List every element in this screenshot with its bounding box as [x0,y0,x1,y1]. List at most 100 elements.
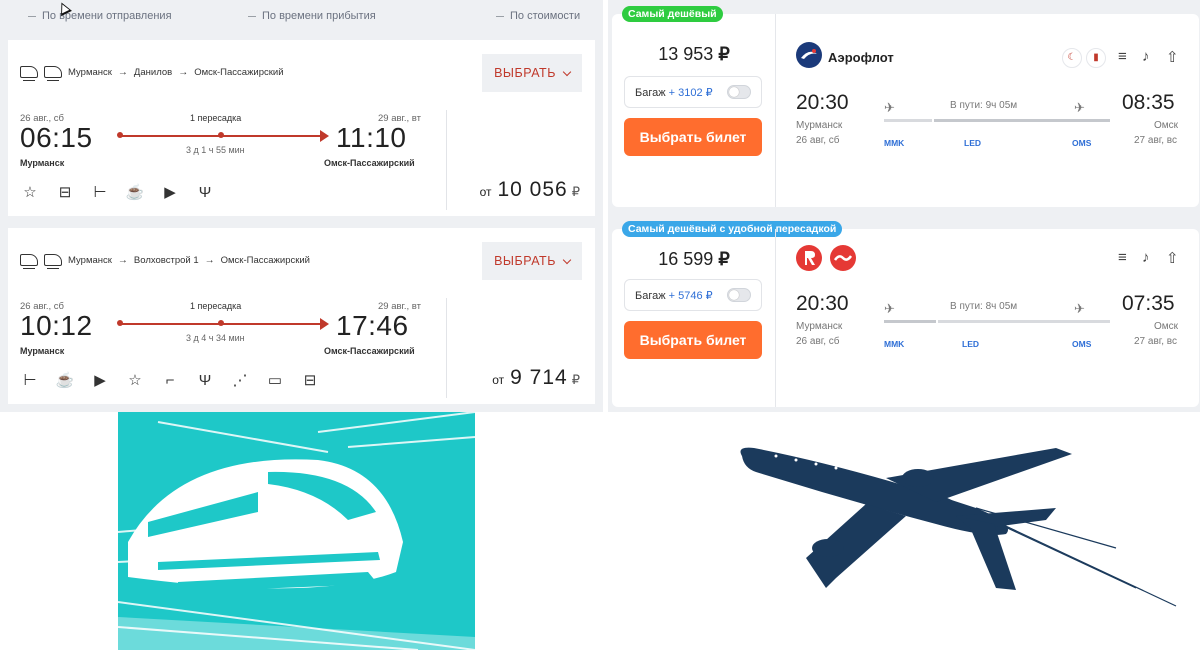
flight-card: Самый дешёвый с удобной пересадкой 16 59… [612,221,1199,407]
flight-duration: В пути: 9ч 05м [950,100,1018,111]
airline-name: Аэрофлот [828,50,894,65]
departure-city: Мурманск [796,321,843,332]
sort-by-departure[interactable]: По времени отправления [28,10,172,22]
rossiya-logo-icon [796,245,822,271]
landing-icon: ✈ [1074,100,1085,115]
flight-duration: В пути: 8ч 05м [950,301,1018,312]
arrival-date: 27 авг, вс [1134,135,1177,146]
airport-code: LED [964,138,981,148]
sort-by-price[interactable]: По стоимости [496,10,580,22]
arrival-city: Омск [1154,321,1179,332]
arrival-city: Омск [1154,120,1179,131]
train-icon: ▭ [267,372,283,389]
transfer-count: 1 пересадка [190,301,242,311]
route-arrow-icon [320,318,329,330]
train-results-panel: По времени отправления По времени прибыт… [0,0,603,412]
departure-time: 20:30 [796,91,849,114]
play-icon: ▶ [164,184,176,201]
departure-time: 10:12 [20,310,93,341]
baggage-option[interactable]: Багаж + 5746 ₽ [624,279,762,311]
divider [446,110,447,210]
airport-code: OMS [1072,138,1092,148]
select-train-button[interactable]: ВЫБРАТЬ [482,242,582,280]
flight-card: Самый дешёвый 13 953 ₽ Багаж + 3102 ₽ Вы… [612,6,1199,207]
flight-segment-bar [884,119,932,122]
baggage-toggle[interactable] [727,288,751,302]
buy-ticket-button[interactable]: Выбрать билет [624,118,762,156]
nordwind-logo-icon [830,245,856,271]
train-route: Мурманск → Данилов → Омск-Пассажирский [20,66,284,81]
bell-icon[interactable]: ♪ [1142,48,1150,65]
route-arrow-icon [320,130,329,142]
arrow-right-icon: → [117,66,128,78]
route-start-dot [117,320,123,326]
luggage-icon: ⊟ [58,184,72,201]
fork-knife-icon: Ψ [198,371,212,389]
departure-time: 20:30 [796,292,849,315]
departure-time: 06:15 [20,122,93,153]
star-icon: ☆ [128,372,142,389]
train-icon [44,254,62,269]
transfer-count: 1 пересадка [190,113,242,123]
route-transfer-dot [218,320,224,326]
arrival-city: Омск-Пассажирский [324,346,415,356]
route-stop: Мурманск [68,254,112,266]
train-card: Мурманск → Данилов → Омск-Пассажирский В… [8,40,595,216]
star-icon: ☆ [23,184,37,201]
departure-city: Мурманск [20,158,65,168]
arrival-date: 27 авг, вс [1134,336,1177,347]
route-stop: Омск-Пассажирский [194,66,284,78]
add-to-list-icon[interactable]: ≡ [1118,48,1127,65]
train-icon [20,66,38,81]
arrow-right-icon: → [178,66,189,78]
shower-icon: ⋰ [232,372,248,389]
route-start-dot [117,132,123,138]
flight-segment-bar [934,119,1110,122]
coffee-icon: ☕ [125,184,145,201]
train-route: Мурманск → Волховстрой 1 → Омск-Пассажир… [20,254,310,269]
share-icon[interactable]: ⇧ [1166,249,1179,267]
bed-icon: ⊢ [23,372,37,389]
route-stop: Мурманск [68,66,112,78]
flight-segment-bar [938,320,1110,323]
baggage-toggle[interactable] [727,85,751,99]
arrow-right-icon: → [204,254,215,266]
flight-results-panel: Самый дешёвый 13 953 ₽ Багаж + 3102 ₽ Вы… [608,0,1200,412]
departure-city: Мурманск [796,120,843,131]
share-icon[interactable]: ⇧ [1166,48,1179,66]
trip-duration: 3 д 4 ч 34 мин [186,333,245,343]
high-speed-train-illustration [118,412,475,650]
luggage-icon: ⊟ [303,372,317,389]
arrival-time: 07:35 [1122,292,1175,315]
play-icon: ▶ [94,372,106,389]
coffee-icon: ☕ [55,372,75,389]
arrival-time: 08:35 [1122,91,1175,114]
ticket-icon: ▮ [1086,48,1106,68]
sort-by-arrival[interactable]: По времени прибытия [248,10,376,22]
flight-price: 16 599 ₽ [658,249,730,269]
fork-knife-icon: Ψ [198,183,212,201]
departure-date: 26 авг, сб [796,336,840,347]
airplane-illustration [736,438,1180,608]
bell-icon[interactable]: ♪ [1142,249,1150,266]
flight-price: 13 953 ₽ [658,44,730,64]
add-to-list-icon[interactable]: ≡ [1118,249,1127,266]
train-icon [44,66,62,81]
train-price: от 9 714 ₽ [492,366,581,389]
departure-date: 26 авг, сб [796,135,840,146]
chevron-down-icon [562,255,572,264]
sort-bar: По времени отправления По времени прибыт… [0,0,603,34]
chevron-down-icon [562,67,572,76]
arrow-right-icon: → [117,254,128,266]
stairs-icon: ⌐ [165,371,175,389]
select-train-button[interactable]: ВЫБРАТЬ [482,54,582,92]
flight-price-column: 13 953 ₽ Багаж + 3102 ₽ Выбрать билет [612,14,776,207]
route-stop: Омск-Пассажирский [220,254,310,266]
arrival-city: Омск-Пассажирский [324,158,415,168]
buy-ticket-button[interactable]: Выбрать билет [624,321,762,359]
takeoff-icon: ✈ [884,301,895,316]
arrival-time: 11:10 [336,122,407,153]
departure-city: Мурманск [20,346,65,356]
airport-code: MMK [884,339,905,349]
baggage-option[interactable]: Багаж + 3102 ₽ [624,76,762,108]
